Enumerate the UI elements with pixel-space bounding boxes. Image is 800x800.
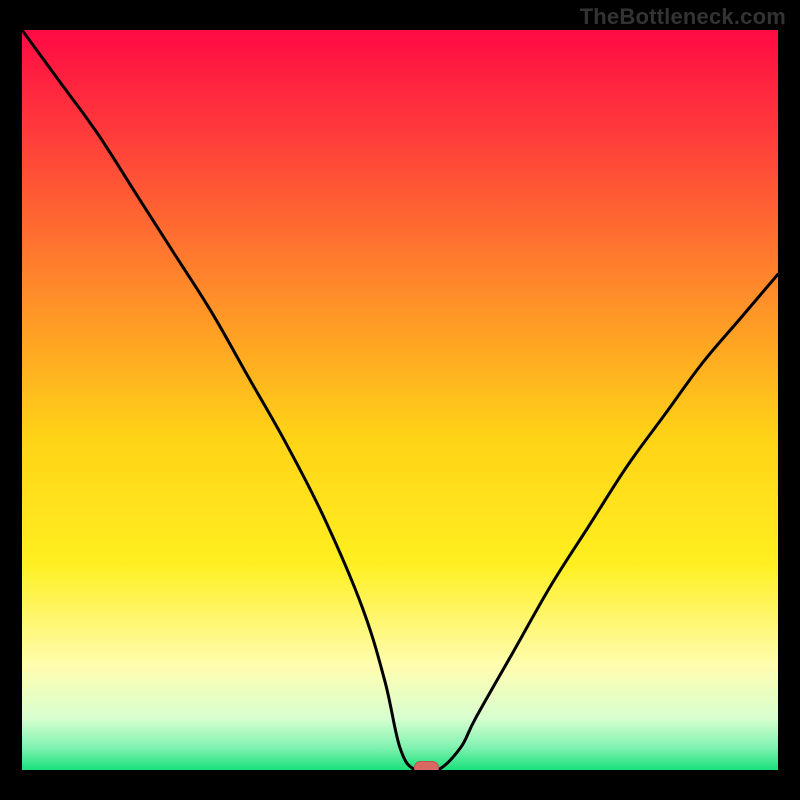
chart-frame: TheBottleneck.com [0, 0, 800, 800]
plot-area [22, 30, 778, 770]
gradient-background [22, 30, 778, 770]
bottleneck-chart [22, 30, 778, 770]
optimal-point-marker [414, 762, 438, 771]
watermark-text: TheBottleneck.com [580, 4, 786, 30]
